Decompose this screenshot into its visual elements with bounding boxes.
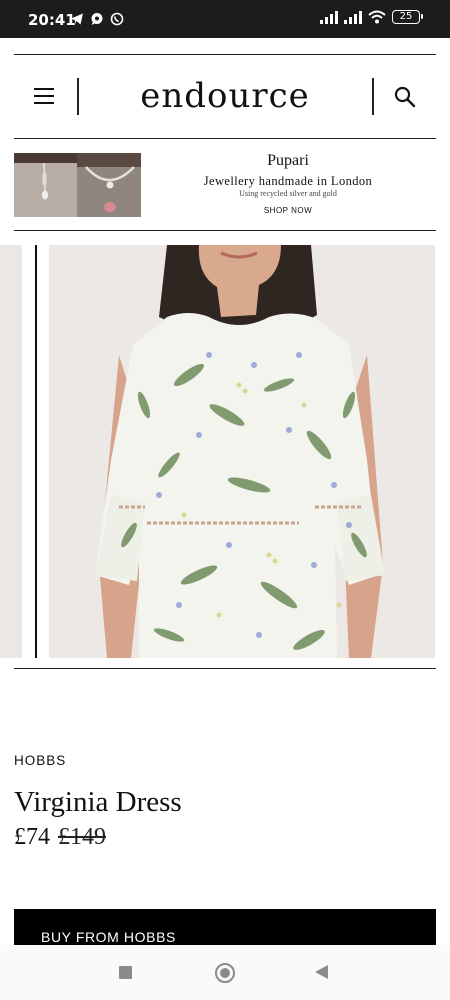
menu-button[interactable] <box>34 88 54 104</box>
recent-apps-icon[interactable] <box>119 966 132 979</box>
price-row: £74 £149 <box>14 824 106 851</box>
ad-subtext: Using recycled silver and gold <box>239 189 337 198</box>
back-icon[interactable] <box>315 965 328 979</box>
status-bar: 20:41 25 <box>0 0 450 38</box>
gallery-divider <box>35 245 37 658</box>
gallery-bottom-rule <box>14 668 436 669</box>
header-bottom-rule <box>14 138 436 139</box>
header-divider <box>372 78 374 115</box>
buy-button[interactable]: BUY FROM HOBBS <box>14 909 436 949</box>
search-icon <box>394 86 416 108</box>
product-image[interactable] <box>49 245 435 658</box>
ad-shop-now-link[interactable]: SHOP NOW <box>150 206 426 215</box>
signal-icon <box>344 10 362 24</box>
product-name: Virginia Dress <box>14 786 182 818</box>
telegram-icon <box>71 13 83 25</box>
sale-price: £74 <box>14 824 50 850</box>
product-brand[interactable]: HOBBS <box>14 753 66 768</box>
chat-bubble-icon <box>91 13 103 25</box>
system-icons: 25 <box>320 10 423 24</box>
ad-tagline: Jewellery handmade in London <box>203 174 373 188</box>
home-icon[interactable] <box>215 963 235 983</box>
status-time: 20:41 <box>28 11 76 29</box>
header-divider <box>77 78 79 115</box>
ad-bottom-rule <box>14 230 436 231</box>
notification-icons <box>70 12 124 26</box>
header-top-rule <box>14 54 436 55</box>
hamburger-icon <box>34 88 54 90</box>
search-button[interactable] <box>393 85 417 109</box>
signal-icon <box>320 10 338 24</box>
navigation-bar <box>0 945 450 1000</box>
battery-indicator: 25 <box>392 10 423 24</box>
ad-title: Pupari <box>267 152 309 169</box>
wifi-icon <box>368 10 386 24</box>
ad-image[interactable] <box>14 153 141 217</box>
site-logo[interactable]: endource <box>80 76 370 116</box>
previous-product-image[interactable] <box>0 245 22 658</box>
original-price: £149 <box>58 824 106 850</box>
viber-icon <box>110 12 124 26</box>
